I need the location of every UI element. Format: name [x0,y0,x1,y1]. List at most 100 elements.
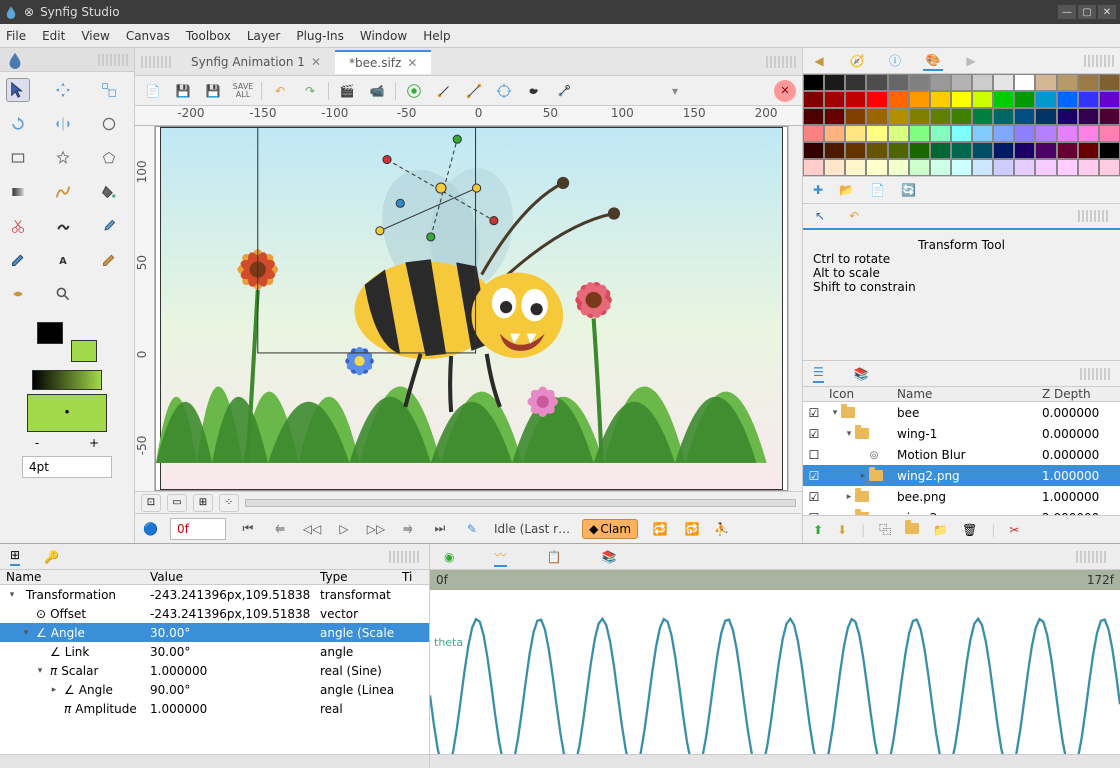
col-value[interactable]: Value [150,570,320,584]
menu-toolbox[interactable]: Toolbox [186,29,231,43]
zoom-tool[interactable] [51,282,75,306]
saveall-icon[interactable]: SAVEALL [231,79,255,103]
param-row[interactable]: ▾πScalar1.000000real (Sine) [0,661,429,680]
brush-tool[interactable] [97,248,121,272]
palette-color[interactable] [1057,108,1078,125]
polygon-tool[interactable] [97,146,121,170]
layer-down-icon[interactable]: ⬇ [837,523,847,537]
palette-color[interactable] [1014,142,1035,159]
palette-color[interactable] [951,74,972,91]
col-name[interactable]: Name [0,570,150,584]
palette-color[interactable] [1035,159,1056,176]
info-tab[interactable]: ⓘ [885,51,905,71]
close-icon[interactable]: ⊗ [24,5,34,19]
next-key-icon[interactable]: ⥤ [398,519,418,539]
layer-row[interactable]: ☑▸wing-22.000000 [803,507,1120,515]
palette-color[interactable] [972,142,993,159]
layer-up-icon[interactable]: ⬆ [813,523,823,537]
param-row[interactable]: ▸∠Angle90.00°angle (Linea [0,680,429,699]
col-type[interactable]: Type [320,570,402,584]
param-row[interactable]: πAmplitude1.000000real [0,699,429,718]
step-back-icon[interactable]: ◁◁ [302,519,322,539]
keyframes-tab[interactable]: 🔑 [44,550,59,564]
gradient-swatch[interactable] [32,370,102,390]
scale-tool[interactable] [97,78,121,102]
panel-grip[interactable] [389,551,419,563]
palette-color[interactable] [824,74,845,91]
fill-swatch[interactable] [27,394,107,432]
palette-color[interactable] [1035,74,1056,91]
panel-grip[interactable] [98,54,128,66]
text-tool[interactable]: A [51,248,75,272]
palette-color[interactable] [972,125,993,142]
save-icon[interactable]: 💾 [171,79,195,103]
layer-ungroup-icon[interactable]: 📁 [933,523,948,537]
close-button[interactable]: ✕ [1098,5,1116,19]
layer-row[interactable]: ☑▾wing-10.000000 [803,423,1120,444]
palette-color[interactable] [824,159,845,176]
palette-color[interactable] [1078,74,1099,91]
close-doc-button[interactable]: ✕ [774,80,796,102]
minus-button[interactable]: - [35,436,39,450]
close-tab-icon[interactable]: ✕ [407,56,417,70]
palette-color[interactable] [866,74,887,91]
redo-icon[interactable]: ↷ [298,79,322,103]
tab-grip[interactable] [141,56,171,68]
layer-row[interactable]: ☑▸wing2.png1.000000 [803,465,1120,486]
gradient-tool[interactable] [6,180,30,204]
h-scrollbar[interactable] [245,499,796,507]
width-tool[interactable] [6,282,30,306]
add-color-icon[interactable]: ✚ [813,183,823,197]
palette-color[interactable] [1078,159,1099,176]
handles-icon[interactable] [552,79,576,103]
palette-color[interactable] [1035,108,1056,125]
keyframe-icon[interactable]: ✎ [462,519,482,539]
palette-color[interactable] [993,125,1014,142]
brush-size-field[interactable]: 4pt [22,456,112,478]
palette-color[interactable] [1014,159,1035,176]
palette-color[interactable] [803,108,824,125]
palette-color[interactable] [1014,108,1035,125]
palette-color[interactable] [845,91,866,108]
param-row[interactable]: ▾Transformation-243.241396px,109.51838tr… [0,585,429,604]
layer-del-icon[interactable]: 🗑 [962,523,977,537]
palette-color[interactable] [1099,74,1120,91]
palette-color[interactable] [1057,159,1078,176]
maximize-button[interactable]: ▢ [1078,5,1096,19]
snap-icon[interactable]: ⁘ [219,494,239,512]
palette-color[interactable] [1057,91,1078,108]
palette-color[interactable] [888,74,909,91]
nav-prev-icon[interactable]: ◀ [809,51,829,71]
palette-color[interactable] [951,91,972,108]
plus-button[interactable]: + [89,436,99,450]
palette-color[interactable] [845,108,866,125]
curves-tab[interactable]: 〰 [494,546,506,567]
canvas-viewport[interactable] [155,126,788,491]
cut-tool[interactable] [6,214,30,238]
palette-color[interactable] [930,91,951,108]
saveas-icon[interactable]: 💾 [201,79,225,103]
params-scrollbar[interactable] [0,754,429,768]
palette-color[interactable] [845,159,866,176]
clamp-button[interactable]: ◆ Clam [582,519,638,539]
palette-color[interactable] [1035,91,1056,108]
zoom-fit-icon[interactable]: ⊡ [141,494,161,512]
layer-row[interactable]: ☑▸bee.png1.000000 [803,486,1120,507]
menu-layer[interactable]: Layer [247,29,280,43]
palette-color[interactable] [845,74,866,91]
palette-color[interactable] [888,142,909,159]
palette-color[interactable] [930,108,951,125]
library-tab[interactable]: 📚 [601,550,616,564]
duck-icon[interactable] [522,79,546,103]
palette-color[interactable] [951,108,972,125]
close-tab-icon[interactable]: ✕ [311,55,321,69]
col-name[interactable]: Name [897,387,1042,401]
step-fwd-icon[interactable]: ▷▷ [366,519,386,539]
palette-color[interactable] [866,91,887,108]
color-palette[interactable] [803,74,1120,176]
load-palette-icon[interactable]: 📂 [839,183,854,197]
new-icon[interactable]: 📄 [141,79,165,103]
palette-color[interactable] [888,108,909,125]
col-time[interactable]: Ti [402,570,422,584]
save-palette-icon[interactable]: 📄 [870,183,885,197]
